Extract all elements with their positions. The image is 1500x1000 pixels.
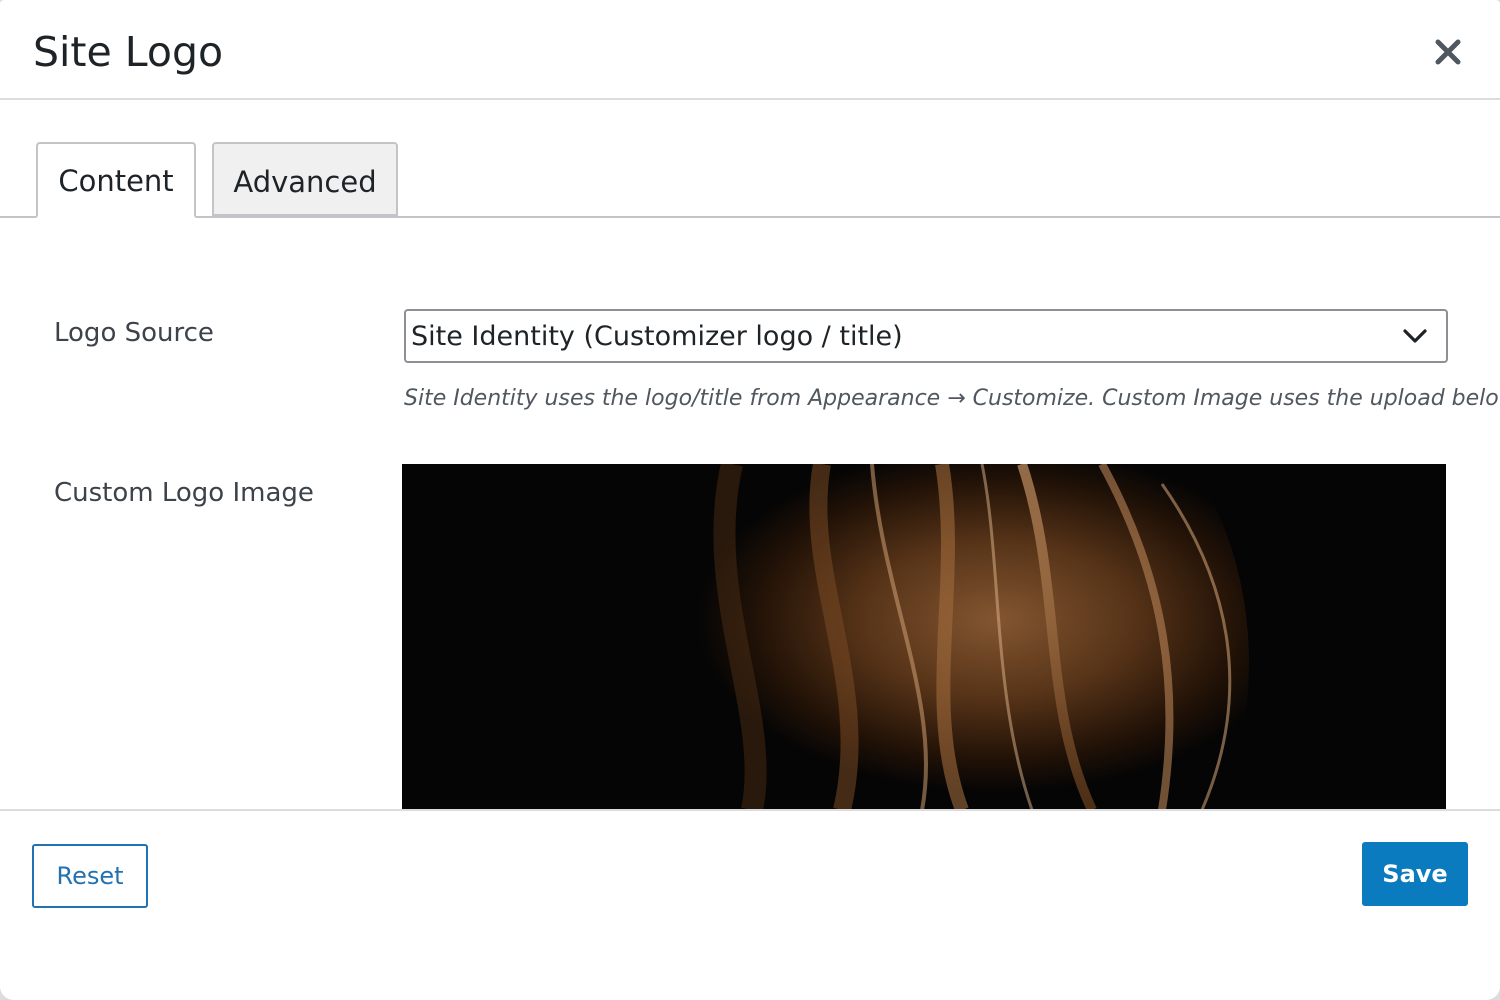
tab-bar: Content Advanced (0, 142, 1500, 218)
close-icon (1435, 39, 1461, 65)
logo-source-label: Logo Source (54, 318, 214, 348)
modal-header: Site Logo (0, 0, 1500, 100)
modal-footer: Reset Save (0, 809, 1500, 1000)
custom-logo-image-preview[interactable] (402, 464, 1446, 810)
logo-source-selected-value: Site Identity (Customizer logo / title) (411, 321, 903, 352)
save-button[interactable]: Save (1362, 842, 1468, 906)
site-logo-modal: Site Logo Content Advanced Logo Source S… (0, 0, 1500, 1000)
close-button[interactable] (1426, 30, 1470, 74)
logo-source-select[interactable]: Site Identity (Customizer logo / title) (404, 309, 1448, 363)
tab-content[interactable]: Content (36, 142, 196, 218)
custom-logo-image-label: Custom Logo Image (54, 478, 314, 508)
chevron-down-icon (1403, 329, 1427, 343)
tab-advanced[interactable]: Advanced (212, 142, 398, 216)
logo-image (402, 464, 1446, 810)
modal-title: Site Logo (33, 28, 224, 76)
reset-button[interactable]: Reset (32, 844, 148, 908)
logo-source-help-text: Site Identity uses the logo/title from A… (404, 386, 1500, 411)
